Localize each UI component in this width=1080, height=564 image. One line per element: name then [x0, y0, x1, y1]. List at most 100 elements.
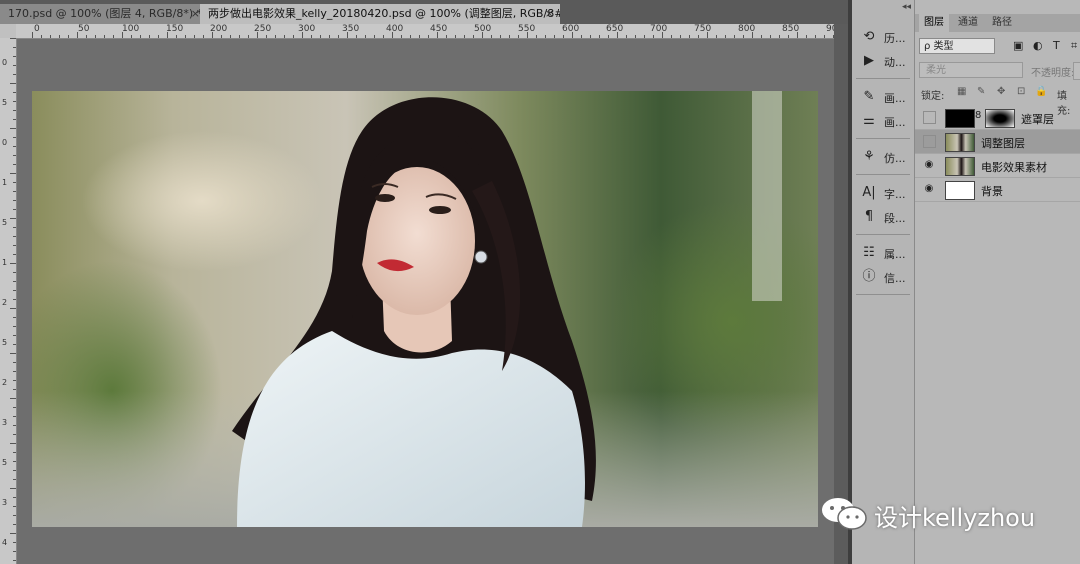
ruler-tick	[464, 35, 465, 38]
tab-layers[interactable]: 图层	[919, 14, 949, 32]
panel-group-divider	[856, 174, 910, 175]
canvas-image[interactable]	[32, 91, 818, 527]
tab-channels[interactable]: 通道	[951, 14, 985, 32]
lock-transparent-icon[interactable]: ▦	[957, 86, 966, 97]
ruler-tick	[68, 35, 69, 38]
ruler-label: 2	[2, 378, 8, 387]
ruler-tick	[13, 155, 16, 156]
ruler-tick	[13, 515, 16, 516]
document-tab-movie-effect[interactable]: 两步做出电影效果_kelly_20180420.psd @ 100% (调整图层…	[200, 4, 560, 24]
mini-panel-paragraph[interactable]: ¶ 段...	[858, 206, 912, 228]
ruler-tick	[554, 35, 555, 38]
ruler-tick	[13, 506, 16, 507]
mini-panel-actions[interactable]: ▶ 动...	[858, 50, 912, 72]
ruler-tick	[13, 344, 16, 345]
pixel-filter-icon[interactable]: ▣	[1013, 39, 1023, 52]
panel-group-divider	[856, 294, 910, 295]
mini-panel-history[interactable]: ⟲ 历...	[858, 26, 912, 48]
layer-thumbnail[interactable]	[945, 157, 975, 176]
type-filter-icon[interactable]: T	[1053, 39, 1060, 52]
ruler-tick	[13, 335, 16, 336]
document-tab-170[interactable]: 170.psd @ 100% (图层 4, RGB/8*) * ×	[0, 4, 206, 24]
ruler-label: 350	[342, 24, 360, 34]
panel-group-divider	[856, 78, 910, 79]
layer-thumbnail[interactable]	[945, 181, 975, 200]
ruler-tick	[13, 74, 16, 75]
ruler-tick	[716, 35, 717, 38]
ruler-label: 1	[2, 258, 8, 267]
mini-panel-brush-presets[interactable]: ⚌ 画...	[858, 110, 912, 132]
ruler-label: 1	[2, 178, 8, 187]
ruler-tick	[13, 227, 16, 228]
ruler-label: 50	[78, 24, 90, 34]
mask-thumbnail[interactable]	[985, 109, 1015, 128]
layer-row-movie-effect[interactable]: ◉ 电影效果素材	[915, 154, 1080, 178]
ruler-corner[interactable]	[0, 24, 16, 38]
tab-paths[interactable]: 路径	[987, 14, 1017, 32]
lock-position-icon[interactable]: ✥	[997, 86, 1005, 97]
ruler-tick	[13, 542, 16, 543]
layers-panel: 图层 通道 路径 ρ 类型 ▣ ◐ T ⌗ 柔光 不透明度: 锁定: ▦ ✎ ✥…	[915, 0, 1080, 564]
ruler-tick	[239, 35, 240, 38]
properties-icon: ☷	[863, 245, 875, 260]
tab-label: 170.psd @ 100% (图层 4, RGB/8*) *	[8, 7, 203, 20]
layer-name[interactable]: 调整图层	[981, 135, 1025, 151]
ruler-tick	[95, 35, 96, 38]
opacity-label: 不透明度:	[1031, 68, 1075, 79]
ruler-tick	[563, 35, 564, 38]
layer-row-adjustment[interactable]: 调整图层	[915, 130, 1080, 154]
close-icon[interactable]: ×	[545, 4, 554, 24]
ruler-tick	[13, 362, 16, 363]
mini-panel-properties[interactable]: ☷ 属...	[858, 242, 912, 264]
ruler-label: 5	[2, 338, 8, 347]
layer-thumbnail[interactable]	[945, 109, 975, 128]
vertical-scrollbar[interactable]	[834, 24, 848, 564]
ruler-label: 700	[650, 24, 668, 34]
close-icon[interactable]: ×	[191, 4, 200, 24]
ruler-tick	[10, 533, 16, 534]
layer-thumbnail[interactable]	[945, 133, 975, 152]
layer-name[interactable]: 遮罩层	[1021, 111, 1054, 127]
layer-name[interactable]: 背景	[981, 183, 1003, 199]
ruler-tick	[10, 173, 16, 174]
ruler-tick	[10, 128, 16, 129]
ruler-tick	[13, 551, 16, 552]
horizontal-ruler[interactable]: 0 50 100 150 200 250 300 350 400 450 500 550 600 650 7…	[16, 24, 834, 39]
visibility-toggle[interactable]	[923, 111, 936, 124]
eye-icon[interactable]: ◉	[923, 183, 935, 195]
collapse-panels-icon[interactable]: ◂◂	[902, 2, 911, 12]
shape-filter-icon[interactable]: ⌗	[1071, 39, 1077, 53]
ruler-tick	[13, 101, 16, 102]
layer-row-mask[interactable]: 8 遮罩层	[915, 106, 1080, 130]
link-chain-icon[interactable]: 8	[975, 110, 981, 121]
layer-row-background[interactable]: ◉ 背景	[915, 178, 1080, 202]
vertical-ruler[interactable]: 0 5 0 1 5 1 2 5 2 3 5 3 4	[0, 38, 17, 564]
filter-kind-select[interactable]: ρ 类型	[919, 38, 995, 54]
visibility-toggle[interactable]	[923, 135, 936, 148]
mini-panel-info[interactable]: ⓘ 信...	[858, 266, 912, 288]
mini-panel-label: 仿...	[884, 152, 906, 165]
opacity-field[interactable]	[1073, 62, 1080, 80]
ruler-tick	[644, 35, 645, 38]
lock-pixels-icon[interactable]: ✎	[977, 86, 985, 97]
ruler-tick	[761, 35, 762, 38]
ruler-tick	[10, 218, 16, 219]
ruler-tick	[13, 56, 16, 57]
blend-mode-select[interactable]: 柔光	[919, 62, 1023, 78]
adjustment-filter-icon[interactable]: ◐	[1033, 39, 1043, 52]
mini-panel-character[interactable]: A| 字...	[858, 182, 912, 204]
eye-icon[interactable]: ◉	[923, 159, 935, 171]
history-icon: ⟲	[863, 29, 875, 44]
ruler-tick	[13, 497, 16, 498]
ruler-tick	[32, 32, 33, 38]
mini-panel-brush[interactable]: ✎ 画...	[858, 86, 912, 108]
brush-icon: ✎	[863, 89, 875, 104]
ruler-tick	[41, 35, 42, 38]
ruler-tick	[13, 389, 16, 390]
lock-artboard-icon[interactable]: ⊡	[1017, 86, 1025, 97]
layer-name[interactable]: 电影效果素材	[981, 159, 1047, 175]
mini-panel-clone-source[interactable]: ⚘ 仿...	[858, 146, 912, 168]
lock-all-icon[interactable]: 🔒	[1035, 86, 1047, 97]
ruler-tick	[13, 380, 16, 381]
ruler-tick	[689, 35, 690, 38]
